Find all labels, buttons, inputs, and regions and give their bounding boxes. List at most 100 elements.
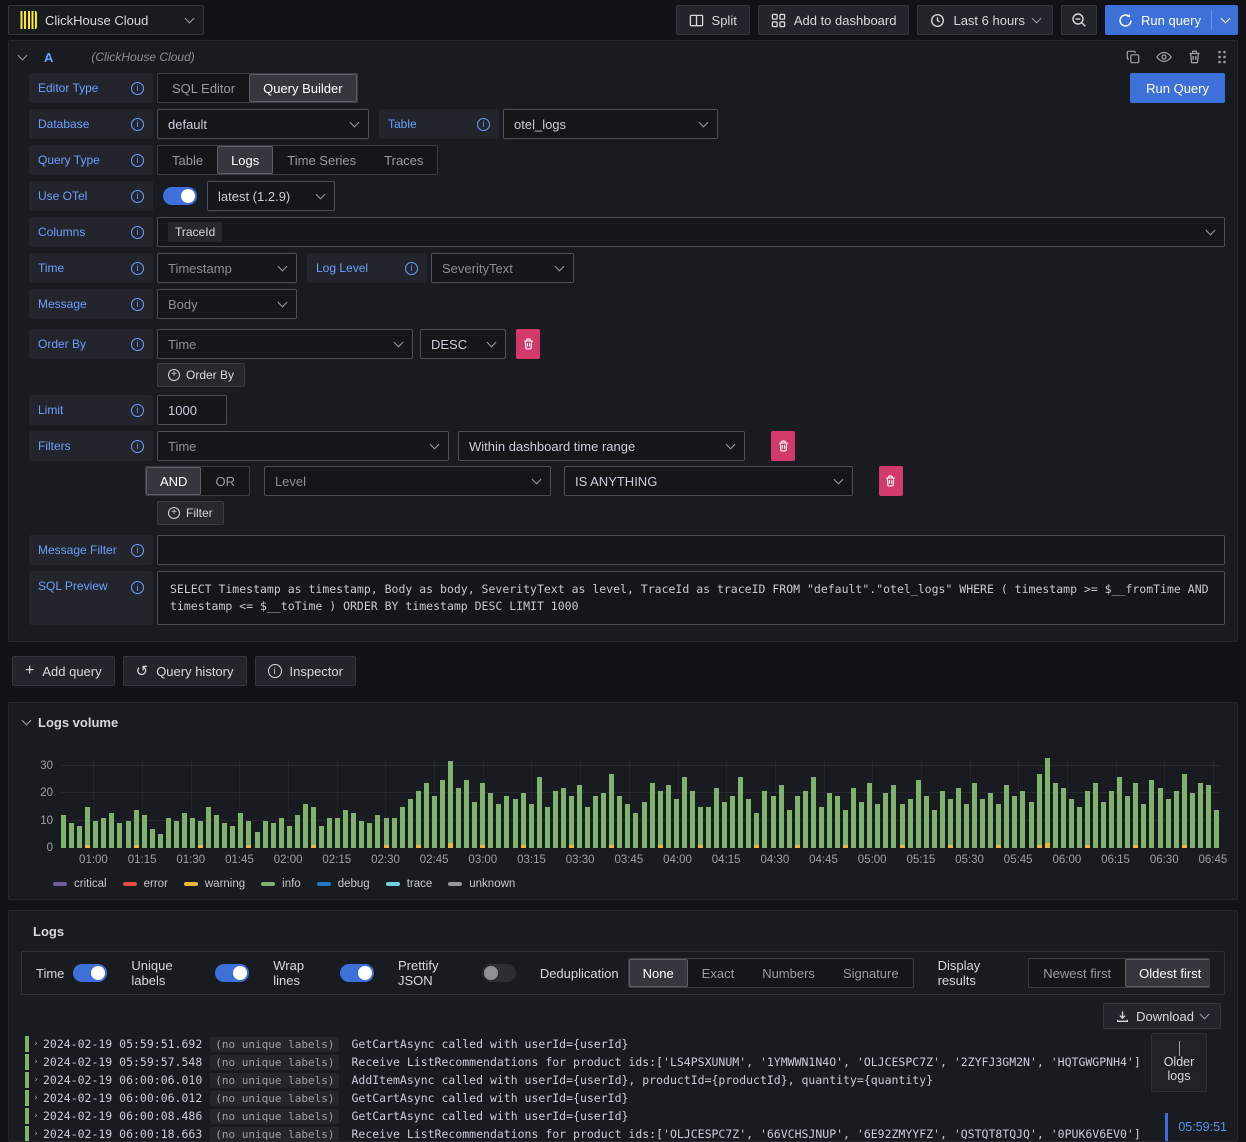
log-row[interactable]: › 2024-02-19 06:00:06.010 (no unique label… [25, 1071, 1237, 1089]
remove-filter2-button[interactable] [878, 466, 903, 496]
bar[interactable] [157, 834, 163, 848]
bar[interactable] [181, 812, 187, 848]
log-row[interactable]: › 2024-02-19 06:00:08.486 (no unique label… [25, 1107, 1237, 1125]
bar[interactable] [714, 788, 720, 848]
bar[interactable] [1068, 798, 1074, 848]
info-icon[interactable]: i [131, 189, 144, 203]
bar[interactable] [109, 812, 115, 848]
bar[interactable] [907, 798, 913, 848]
bar[interactable] [955, 788, 961, 848]
bar[interactable] [1012, 796, 1018, 848]
bar[interactable] [504, 796, 510, 848]
bar[interactable] [560, 788, 566, 848]
info-icon[interactable]: i [477, 117, 490, 131]
run-query-button[interactable]: Run query [1105, 5, 1238, 35]
add-query-button[interactable]: + Add query [12, 656, 115, 686]
bar[interactable] [1044, 758, 1050, 848]
column-tag[interactable]: TraceId [168, 222, 223, 242]
bar[interactable] [1060, 788, 1066, 848]
bar[interactable] [947, 798, 953, 848]
bar[interactable] [794, 796, 800, 848]
remove-order-by-button[interactable] [516, 329, 540, 359]
info-icon[interactable]: i [131, 81, 144, 95]
bar[interactable] [633, 812, 639, 848]
otel-version-select[interactable]: latest (1.2.9) [207, 181, 335, 211]
bar[interactable] [93, 820, 99, 848]
option-none[interactable]: None [628, 959, 688, 987]
info-icon[interactable]: i [131, 225, 144, 239]
bar[interactable] [439, 779, 445, 848]
query-row-header[interactable]: A (ClickHouse Cloud) [9, 41, 1237, 73]
bar[interactable] [657, 790, 663, 848]
bar[interactable] [528, 804, 534, 848]
bar[interactable] [173, 820, 179, 848]
filter-operator-select[interactable]: Within dashboard time range [458, 431, 745, 461]
bar[interactable] [649, 782, 655, 848]
bar[interactable] [464, 779, 470, 848]
wrap-lines-toggle[interactable] [340, 964, 375, 982]
time-toggle[interactable] [73, 964, 108, 982]
bar[interactable] [1205, 785, 1211, 848]
bar[interactable] [786, 809, 792, 848]
bar[interactable] [1149, 779, 1155, 848]
bar[interactable] [899, 804, 905, 848]
bar[interactable] [335, 818, 341, 848]
info-icon[interactable]: i [131, 403, 144, 417]
use-otel-toggle[interactable] [163, 187, 197, 205]
option-newest-first[interactable]: Newest first [1029, 959, 1125, 987]
legend-item-critical[interactable]: critical [53, 878, 107, 890]
expand-log-chevron-icon[interactable]: › [29, 1039, 43, 1049]
bar[interactable] [617, 796, 623, 848]
bar[interactable] [843, 809, 849, 848]
bar[interactable] [1141, 804, 1147, 848]
message-filter-input[interactable] [157, 535, 1225, 565]
query-history-button[interactable]: ↺ Query history [122, 656, 247, 686]
bar[interactable] [1213, 809, 1219, 848]
log-row[interactable]: › 2024-02-19 06:00:06.012 (no unique label… [25, 1089, 1237, 1107]
bar[interactable] [625, 804, 631, 848]
option-traces[interactable]: Traces [370, 146, 437, 174]
older-logs-button[interactable]: Older logs [1151, 1033, 1207, 1092]
bar[interactable] [117, 823, 123, 848]
bar[interactable] [480, 782, 486, 848]
remove-filter-button[interactable] [771, 431, 795, 461]
filter2-field-select[interactable]: Level [263, 466, 551, 496]
log-row[interactable]: › 2024-02-19 05:59:51.692 (no unique label… [25, 1035, 1237, 1053]
bar[interactable] [939, 790, 945, 848]
add-order-by-button[interactable]: + Order By [157, 363, 246, 387]
bar[interactable] [383, 818, 389, 848]
bar[interactable] [762, 790, 768, 848]
inspector-button[interactable]: i Inspector [254, 656, 356, 686]
bar[interactable] [1109, 790, 1115, 848]
bar[interactable] [601, 793, 607, 848]
drag-handle-icon[interactable] [1217, 50, 1227, 64]
bar[interactable] [1052, 782, 1058, 848]
bar[interactable] [1028, 801, 1034, 848]
info-icon[interactable]: i [131, 297, 144, 311]
info-icon[interactable]: i [131, 581, 144, 594]
bar[interactable] [1157, 788, 1163, 848]
bar[interactable] [1189, 793, 1195, 848]
bar[interactable] [1197, 782, 1203, 848]
bar[interactable] [488, 793, 494, 848]
bar[interactable] [512, 798, 518, 848]
bar[interactable] [923, 796, 929, 848]
bar[interactable] [770, 796, 776, 848]
bar[interactable] [206, 807, 212, 848]
bar[interactable] [826, 793, 832, 848]
bar[interactable] [697, 807, 703, 848]
legend-item-info[interactable]: info [261, 878, 301, 890]
bar[interactable] [585, 807, 591, 848]
bar[interactable] [818, 807, 824, 848]
expand-log-chevron-icon[interactable]: › [29, 1093, 43, 1103]
expand-log-chevron-icon[interactable]: › [29, 1057, 43, 1067]
bar[interactable] [859, 801, 865, 848]
bar[interactable] [351, 812, 357, 848]
bar[interactable] [278, 818, 284, 848]
collapse-chevron-icon[interactable] [21, 715, 32, 726]
prettify-json-toggle[interactable] [481, 964, 516, 982]
bar[interactable] [544, 807, 550, 848]
bar[interactable] [851, 788, 857, 848]
bar[interactable] [931, 809, 937, 848]
logs-volume-chart[interactable]: 0 10 20 30 01:00 01:15 01:30 01:45 02:00 02:15 02:… [40, 758, 1227, 866]
